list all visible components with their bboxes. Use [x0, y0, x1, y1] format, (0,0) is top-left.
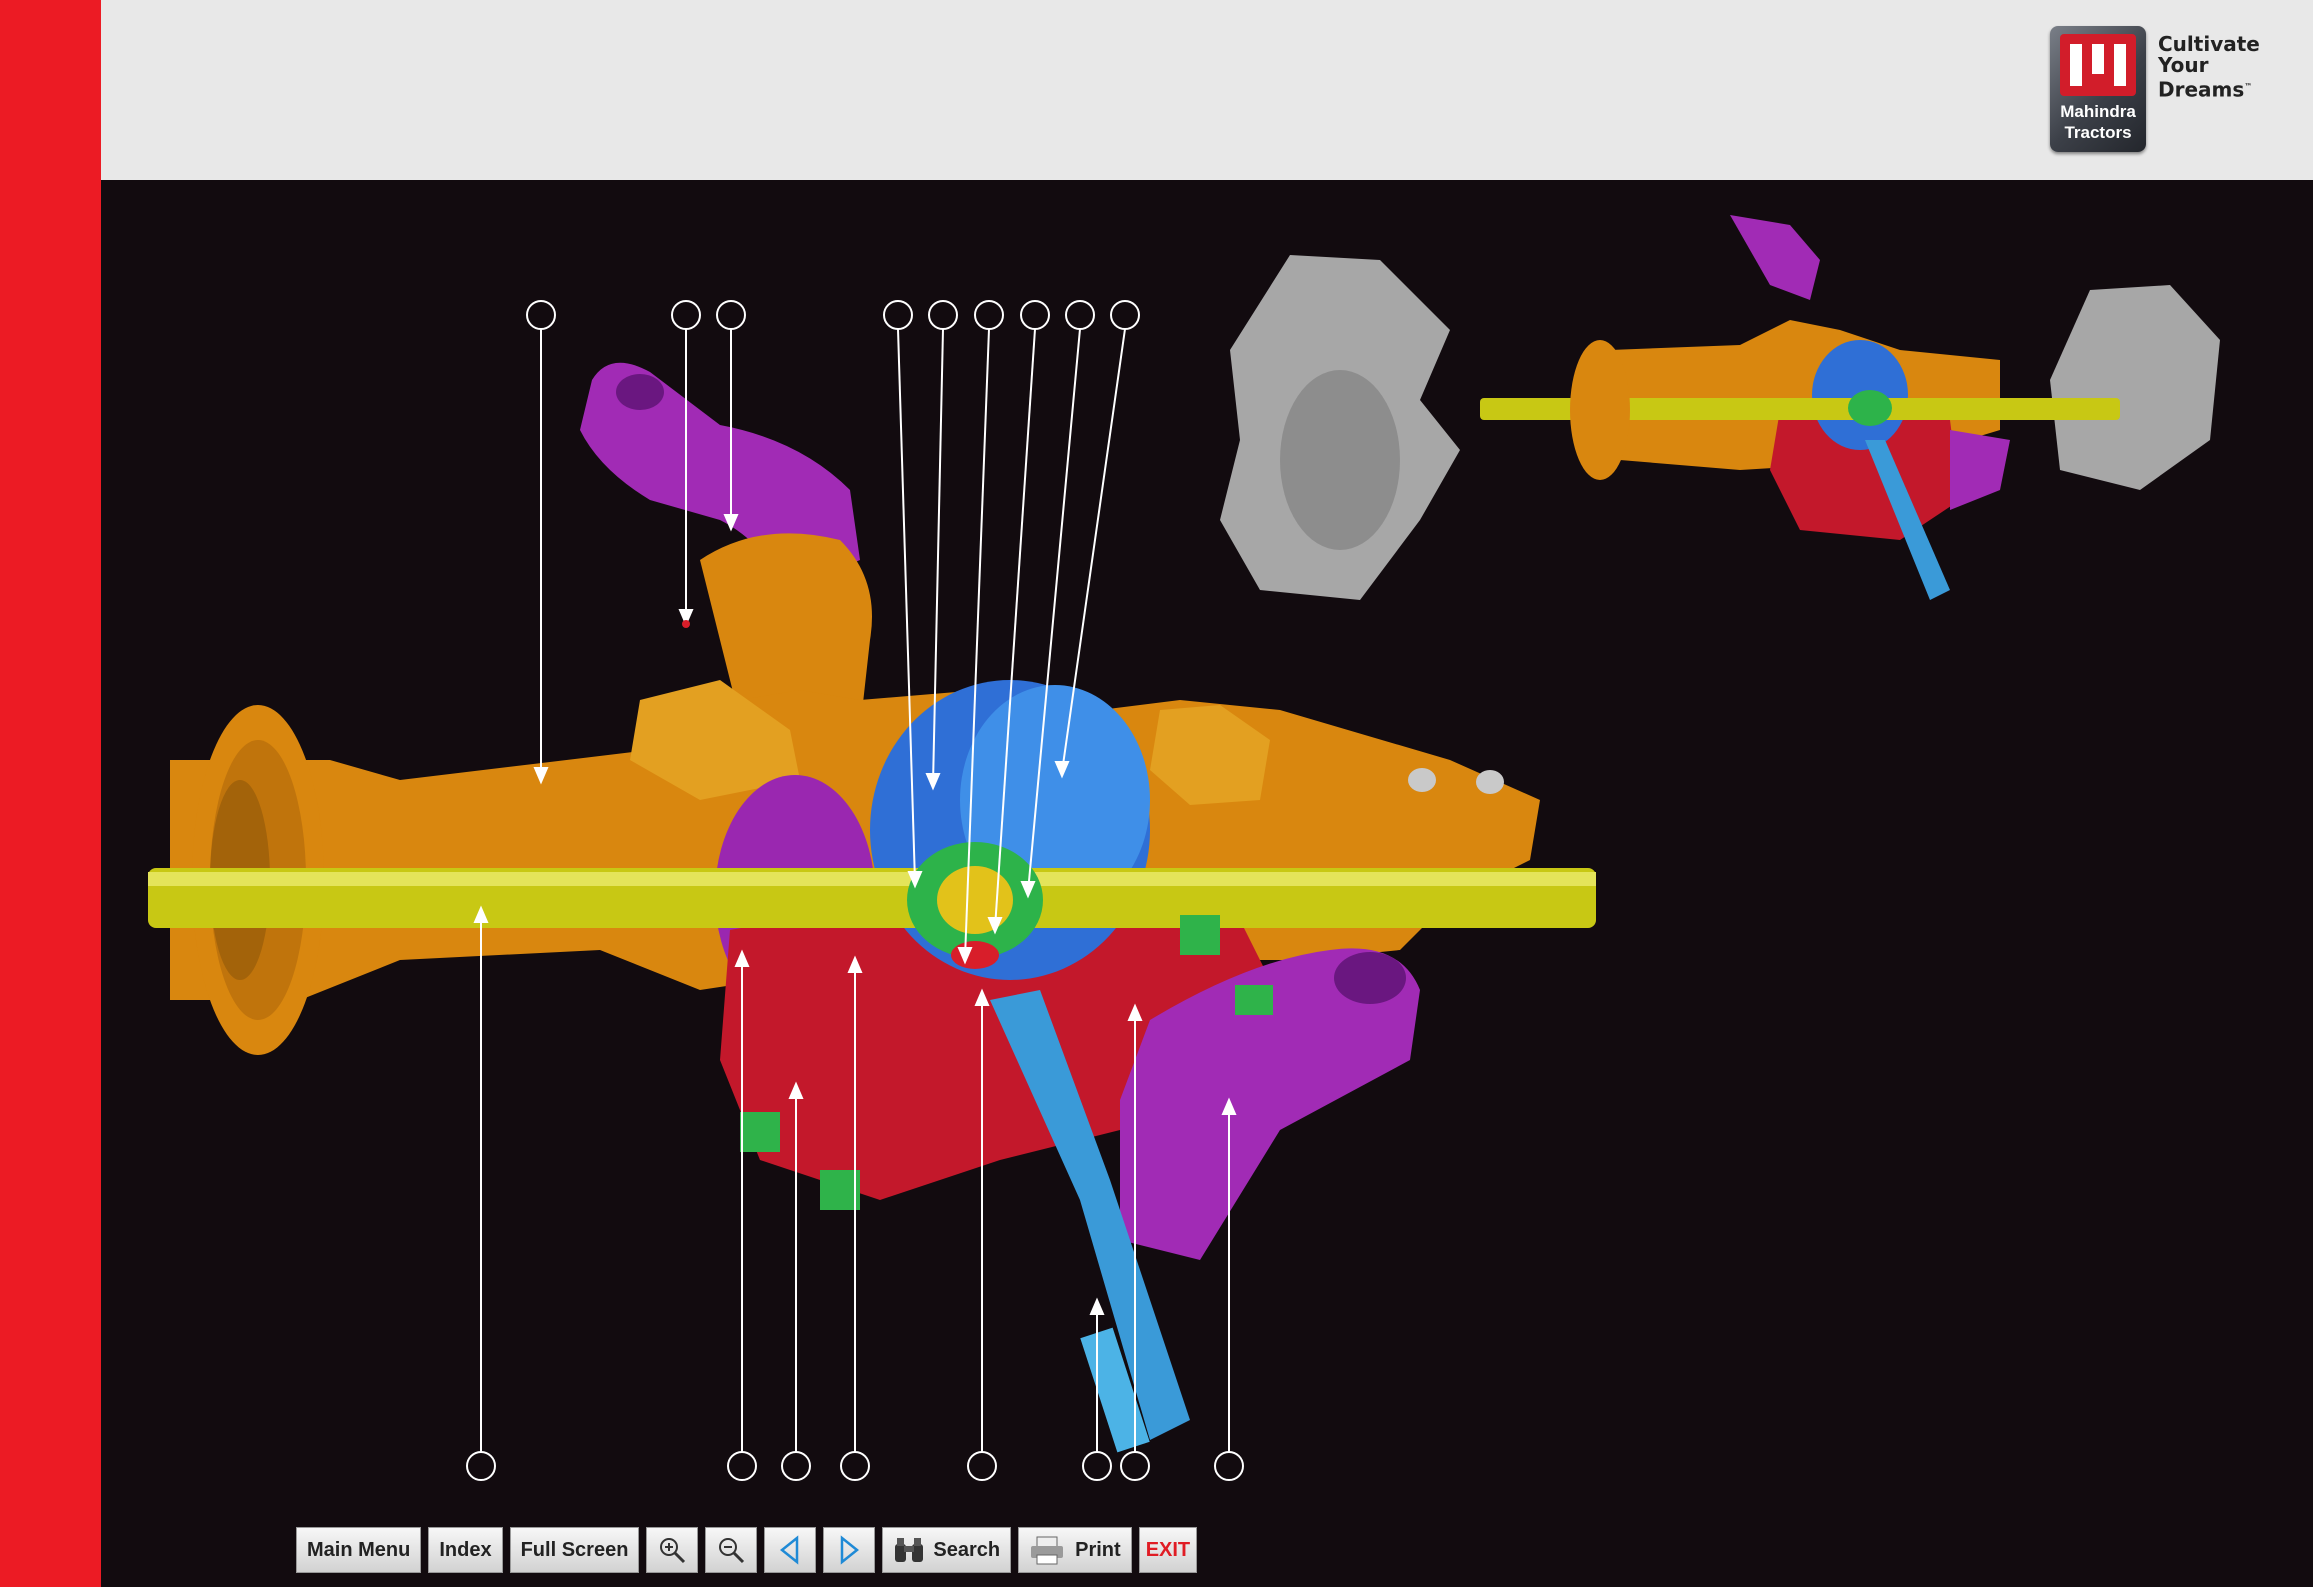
callout-marker[interactable]: [466, 1451, 496, 1481]
callout-marker[interactable]: [671, 300, 701, 330]
callout-marker[interactable]: [1110, 300, 1140, 330]
zoom-out-icon: [719, 1538, 745, 1564]
print-label: Print: [1075, 1538, 1121, 1561]
zoom-in-icon: [660, 1538, 686, 1564]
zoom-out-button[interactable]: [705, 1527, 758, 1573]
printer-icon: [1031, 1536, 1064, 1565]
triangle-left-icon: [780, 1535, 799, 1565]
callout-marker[interactable]: [967, 1451, 997, 1481]
main-menu-button[interactable]: Main Menu: [296, 1527, 422, 1573]
callout-marker[interactable]: [883, 300, 913, 330]
axle-diagram: [148, 215, 2220, 1481]
inset-right-knuckle: [2050, 285, 2220, 490]
search-label: Search: [933, 1538, 1001, 1561]
callout-marker[interactable]: [840, 1451, 870, 1481]
callout-marker[interactable]: [1214, 1451, 1244, 1481]
callout-marker[interactable]: [526, 300, 556, 330]
zoom-in-button[interactable]: [646, 1527, 699, 1573]
triangle-right-icon: [841, 1535, 860, 1565]
callout-marker[interactable]: [974, 300, 1004, 330]
callout-marker[interactable]: [727, 1451, 757, 1481]
full-screen-button[interactable]: Full Screen: [509, 1527, 640, 1573]
next-page-button[interactable]: [823, 1527, 876, 1573]
callout-marker[interactable]: [1120, 1451, 1150, 1481]
inset-axle-view: [1220, 215, 2220, 600]
inset-bracket-top: [1730, 215, 1820, 300]
callout-marker[interactable]: [928, 300, 958, 330]
navigation-toolbar: Main Menu Index Full Screen Search Print…: [296, 1527, 1198, 1573]
search-button[interactable]: Search: [882, 1527, 1012, 1573]
callout-marker[interactable]: [1065, 300, 1095, 330]
callout-marker[interactable]: [716, 300, 746, 330]
print-button[interactable]: Print: [1018, 1527, 1132, 1573]
previous-page-button[interactable]: [764, 1527, 817, 1573]
hex-nut: [740, 1112, 780, 1152]
callout-marker[interactable]: [1082, 1451, 1112, 1481]
binoculars-icon: [895, 1538, 924, 1562]
exit-button[interactable]: EXIT: [1138, 1527, 1198, 1573]
callout-marker[interactable]: [781, 1451, 811, 1481]
index-button[interactable]: Index: [428, 1527, 503, 1573]
callout-marker[interactable]: [1020, 300, 1050, 330]
